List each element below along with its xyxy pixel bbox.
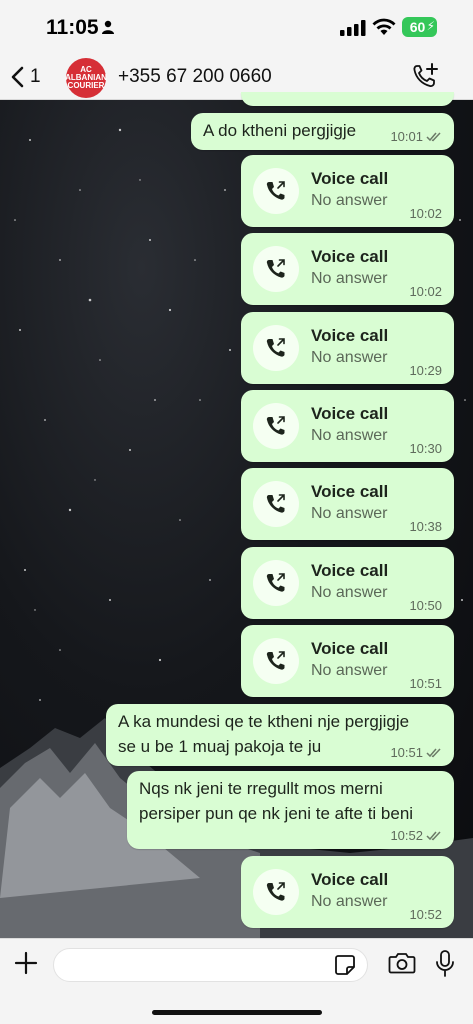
call-title: Voice call [311, 561, 389, 580]
voice-call-bubble[interactable]: Voice call No answer 10:30 [241, 390, 454, 462]
status-time: 11:05 [46, 16, 99, 39]
message-bubble[interactable]: A do ktheni pergjigje 10:01 [191, 113, 454, 150]
voice-call-bubble[interactable]: Voice call No answer 10:38 [241, 468, 454, 540]
outgoing-call-icon [266, 259, 285, 278]
call-icon-circle [253, 168, 299, 214]
call-status: No answer [311, 893, 388, 910]
voice-call-bubble[interactable]: Voice call No answer 10:52 [241, 856, 454, 928]
back-button[interactable]: 1 [10, 62, 41, 92]
call-title: Voice call [311, 404, 389, 423]
outgoing-call-icon [266, 651, 285, 670]
message-timestamp: 10:38 [409, 519, 442, 534]
message-timestamp: 10:51 [390, 745, 442, 760]
double-check-icon [426, 131, 441, 141]
call-icon-circle [253, 560, 299, 606]
person-icon [102, 20, 114, 34]
call-icon-circle [253, 481, 299, 527]
timestamp-text: 10:51 [390, 745, 423, 760]
message-bubble[interactable]: Nqs nk jeni te rregullt mos merni persip… [127, 771, 454, 849]
call-title: Voice call [311, 326, 389, 345]
voice-call-bubble[interactable]: Voice call No answer 10:02 [241, 155, 454, 227]
outgoing-call-icon [266, 338, 285, 357]
outgoing-call-icon [266, 494, 285, 513]
outgoing-call-icon [266, 416, 285, 435]
avatar[interactable]: AC ALBANIAN COURIER [65, 58, 107, 98]
sticker-icon[interactable] [334, 954, 356, 976]
call-status: No answer [311, 662, 388, 679]
voice-call-bubble[interactable]: Voice call No answer 10:50 [241, 547, 454, 619]
message-text: A do ktheni pergjigje [203, 121, 357, 140]
message-text-line: persiper pun qe nk jeni te afte ti beni [139, 804, 414, 823]
mic-icon[interactable] [434, 949, 456, 979]
message-bubble[interactable]: A ka mundesi qe te ktheni nje pergjigje … [106, 704, 454, 766]
message-timestamp: 10:50 [409, 598, 442, 613]
call-title: Voice call [311, 247, 389, 266]
unread-count: 1 [30, 66, 41, 87]
partial-message-bubble [241, 92, 454, 106]
call-status: No answer [311, 192, 388, 209]
home-indicator [152, 1010, 322, 1015]
message-timestamp: 10:01 [390, 129, 442, 144]
call-icon-circle [253, 246, 299, 292]
status-bar: 11:05 60 ⚡ [0, 0, 473, 56]
call-status: No answer [311, 505, 388, 522]
call-icon-circle [253, 869, 299, 915]
message-input[interactable] [53, 948, 368, 982]
call-title: Voice call [311, 482, 389, 501]
timestamp-text: 10:01 [390, 129, 423, 144]
voice-call-bubble[interactable]: Voice call No answer 10:29 [241, 312, 454, 384]
outgoing-call-icon [266, 573, 285, 592]
call-status: No answer [311, 349, 388, 366]
outgoing-call-icon [266, 181, 285, 200]
avatar-logo-text: AC ALBANIAN COURIER [65, 65, 107, 90]
bolt-icon: ⚡ [426, 19, 435, 33]
double-check-icon [426, 747, 441, 757]
call-icon-circle [253, 638, 299, 684]
message-timestamp: 10:52 [390, 828, 442, 843]
message-text-line: Nqs nk jeni te rregullt mos merni [139, 779, 383, 798]
message-timestamp: 10:02 [409, 206, 442, 221]
message-timestamp: 10:29 [409, 363, 442, 378]
message-text-line: A ka mundesi qe te ktheni nje pergjigje [118, 712, 410, 731]
battery-level: 60 [409, 19, 426, 35]
double-check-icon [426, 830, 441, 840]
call-icon-circle [253, 403, 299, 449]
message-timestamp: 10:02 [409, 284, 442, 299]
message-timestamp: 10:52 [409, 907, 442, 922]
call-status: No answer [311, 270, 388, 287]
camera-icon[interactable] [388, 951, 416, 975]
message-timestamp: 10:51 [409, 676, 442, 691]
call-title: Voice call [311, 169, 389, 188]
voice-call-bubble[interactable]: Voice call No answer 10:51 [241, 625, 454, 697]
outgoing-call-icon [266, 882, 285, 901]
wifi-icon [372, 18, 396, 35]
call-title: Voice call [311, 870, 389, 889]
signal-icon [340, 20, 366, 36]
call-status: No answer [311, 427, 388, 444]
battery-icon: 60 ⚡ [402, 17, 437, 37]
call-icon-circle [253, 325, 299, 371]
message-text-line: se u be 1 muaj pakoja te ju [118, 737, 322, 756]
back-chevron-icon [11, 66, 24, 88]
contact-name[interactable]: +355 67 200 0660 [118, 66, 272, 88]
add-call-icon[interactable] [410, 62, 440, 92]
call-status: No answer [311, 584, 388, 601]
voice-call-bubble[interactable]: Voice call No answer 10:02 [241, 233, 454, 305]
plus-icon[interactable] [12, 949, 40, 977]
message-timestamp: 10:30 [409, 441, 442, 456]
call-title: Voice call [311, 639, 389, 658]
timestamp-text: 10:52 [390, 828, 423, 843]
